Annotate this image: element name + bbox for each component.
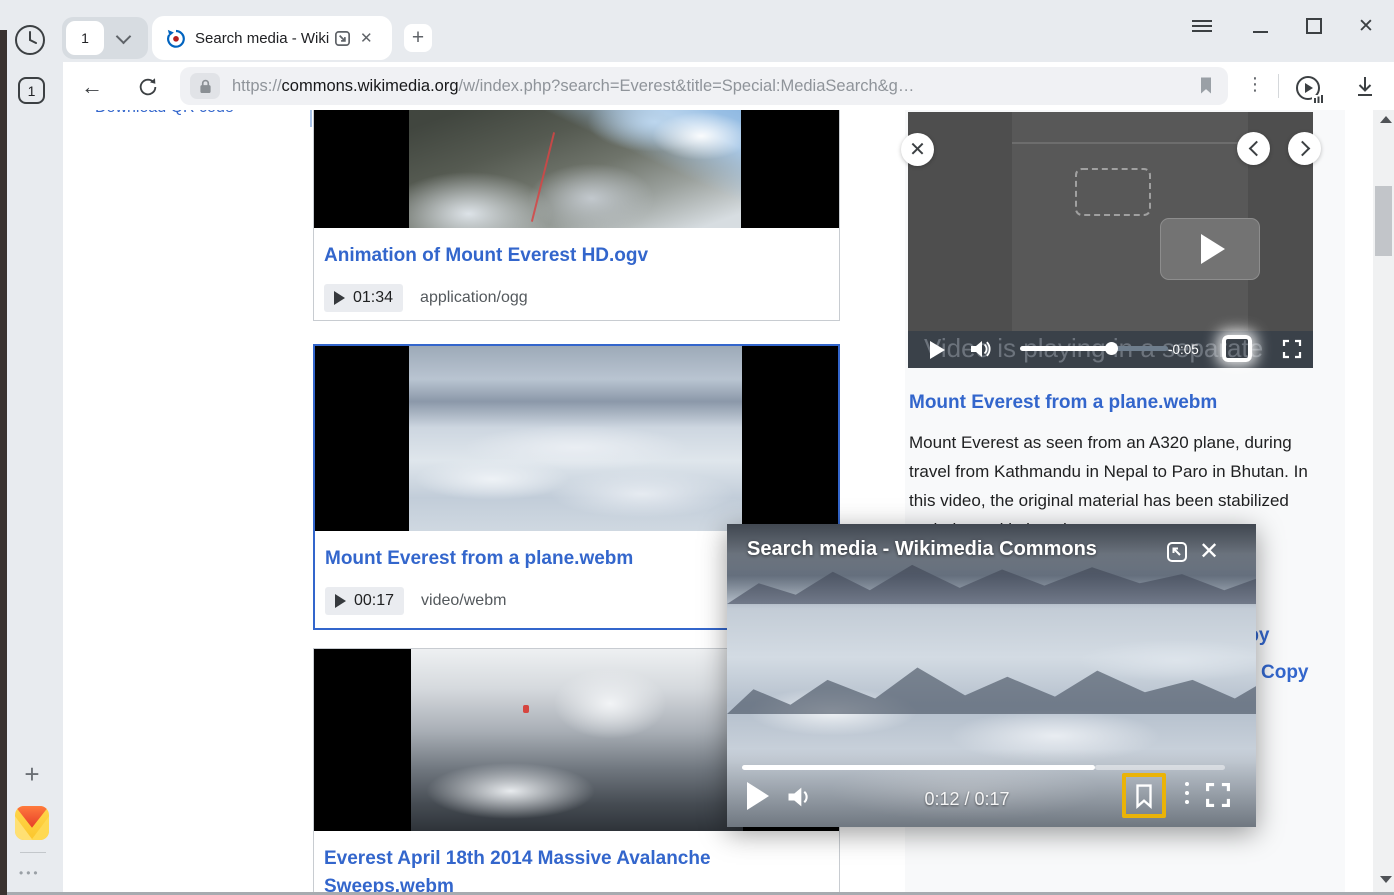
url-host: commons.wikimedia.org: [282, 77, 459, 95]
fullscreen-icon[interactable]: [1282, 339, 1302, 359]
volume-icon[interactable]: [968, 338, 992, 360]
scrollbar-down-arrow[interactable]: [1380, 876, 1392, 883]
new-tab-button[interactable]: +: [404, 24, 432, 52]
active-tab[interactable]: Search media - Wikim ✕: [152, 16, 392, 60]
sidebar-divider: [20, 852, 46, 853]
progress-filled[interactable]: [1020, 346, 1112, 351]
mime-type: application/ogg: [420, 289, 528, 307]
page-sidebar: Download QR code: [95, 110, 295, 120]
pip-progress-filled[interactable]: [742, 765, 1095, 770]
browser-window: 1 Search media - Wikim ✕ + ✕ ← https://c…: [0, 0, 1394, 895]
url-scheme: https://: [232, 77, 282, 95]
wikimedia-commons-favicon: [166, 28, 186, 48]
url-bar[interactable]: https://commons.wikimedia.org/w/index.ph…: [180, 67, 1228, 105]
downloads-icon[interactable]: [1352, 74, 1378, 100]
media-player-icon[interactable]: [1294, 74, 1324, 104]
duration-badge: 01:34: [324, 284, 403, 312]
next-result-icon[interactable]: [1288, 132, 1321, 165]
aerial-clouds-image: [409, 346, 742, 531]
pip-close-icon[interactable]: ✕: [1199, 537, 1219, 566]
bookmark-icon[interactable]: [1198, 76, 1214, 96]
download-qr-link[interactable]: Download QR code: [95, 110, 234, 117]
result-title-link[interactable]: Animation of Mount Everest HD.ogv: [324, 242, 839, 270]
toolbar-kebab-icon[interactable]: ⋮: [1246, 74, 1260, 95]
minimize-button[interactable]: [1246, 14, 1274, 38]
video-frame-line: [1012, 142, 1248, 144]
big-play-button[interactable]: [1160, 218, 1260, 280]
back-to-tab-icon[interactable]: [1165, 540, 1189, 564]
sidebar-panel-count[interactable]: 1: [18, 77, 45, 104]
tab-group-count[interactable]: 1: [66, 21, 104, 55]
tab-group-chip[interactable]: 1: [62, 17, 148, 59]
back-button[interactable]: ←: [79, 74, 105, 100]
duration-badge: 00:17: [325, 587, 404, 615]
pip-progress-remaining[interactable]: [1095, 765, 1225, 770]
progress-thumb[interactable]: [1105, 342, 1118, 355]
sidebar-add-icon[interactable]: +: [18, 760, 46, 788]
player-control-bar: Video is playing in a separate -0:05: [908, 331, 1313, 368]
scrollbar-thumb[interactable]: [1375, 186, 1392, 256]
prev-result-icon[interactable]: [1237, 132, 1270, 165]
tab-popout-icon[interactable]: [333, 29, 352, 48]
everest-summit-image: [409, 110, 741, 228]
play-icon[interactable]: [930, 341, 945, 359]
detail-title-link[interactable]: Mount Everest from a plane.webm: [909, 392, 1217, 414]
close-preview-icon[interactable]: ✕: [901, 133, 934, 166]
copy-link[interactable]: Copy: [1261, 662, 1309, 684]
maximize-button[interactable]: [1300, 14, 1328, 38]
toolbar-divider: [1278, 74, 1279, 98]
pip-bookmark-icon: [1133, 783, 1155, 809]
video-thumbnail[interactable]: [314, 110, 839, 228]
result-title-link[interactable]: Everest April 18th 2014 Massive Avalanch…: [324, 845, 824, 895]
url-path: /w/index.php?search=Everest&title=Specia…: [459, 77, 915, 95]
play-icon: [335, 594, 346, 608]
history-clock-icon[interactable]: [13, 23, 47, 57]
play-icon: [334, 291, 345, 305]
duration-text: 01:34: [353, 289, 393, 307]
avalanche-image: [411, 649, 743, 831]
chevron-down-icon[interactable]: [116, 28, 132, 44]
window-edge: [0, 30, 7, 895]
tab-title: Search media - Wikim: [195, 30, 329, 47]
lock-icon[interactable]: [190, 73, 220, 99]
pip-titlebar-gradient: [727, 524, 1256, 606]
climbing-route-line: [531, 132, 555, 222]
browser-menu-icon[interactable]: [1188, 14, 1216, 38]
pip-more-icon[interactable]: [1179, 779, 1195, 806]
pip-play-icon[interactable]: [747, 782, 769, 810]
pip-time-display: 0:12 / 0:17: [877, 789, 1057, 810]
tab-close-icon[interactable]: ✕: [360, 29, 373, 47]
pip-toggle-icon[interactable]: [1222, 335, 1252, 362]
video-thumbnail[interactable]: [315, 346, 838, 531]
reload-button[interactable]: [135, 74, 161, 100]
close-button[interactable]: ✕: [1352, 14, 1380, 38]
pip-placeholder-outline: [1075, 168, 1151, 216]
scrollbar-up-arrow[interactable]: [1380, 116, 1392, 123]
sidebar-more-icon[interactable]: •••: [19, 866, 41, 880]
mountain-range-near: [727, 652, 1256, 714]
time-remaining: -0:05: [1168, 342, 1199, 357]
pip-fullscreen-icon[interactable]: [1205, 782, 1231, 808]
bookmark-highlight-box[interactable]: [1122, 773, 1166, 818]
pip-window-title: Search media - Wikimedia Commons: [747, 538, 1097, 561]
pip-volume-icon[interactable]: [785, 784, 813, 810]
result-card[interactable]: Animation of Mount Everest HD.ogv 01:34 …: [313, 110, 840, 321]
progress-remaining[interactable]: [1112, 346, 1168, 351]
picture-in-picture-window[interactable]: Search media - Wikimedia Commons ✕ 0:12 …: [727, 524, 1256, 827]
result-meta: 01:34 application/ogg: [324, 284, 839, 312]
duration-text: 00:17: [354, 592, 394, 610]
climber-figure: [523, 705, 529, 713]
sidebar-focus-line: [310, 110, 312, 127]
url-text: https://commons.wikimedia.org/w/index.ph…: [232, 77, 1162, 96]
mime-type: video/webm: [421, 592, 506, 610]
mail-icon[interactable]: [15, 806, 49, 840]
